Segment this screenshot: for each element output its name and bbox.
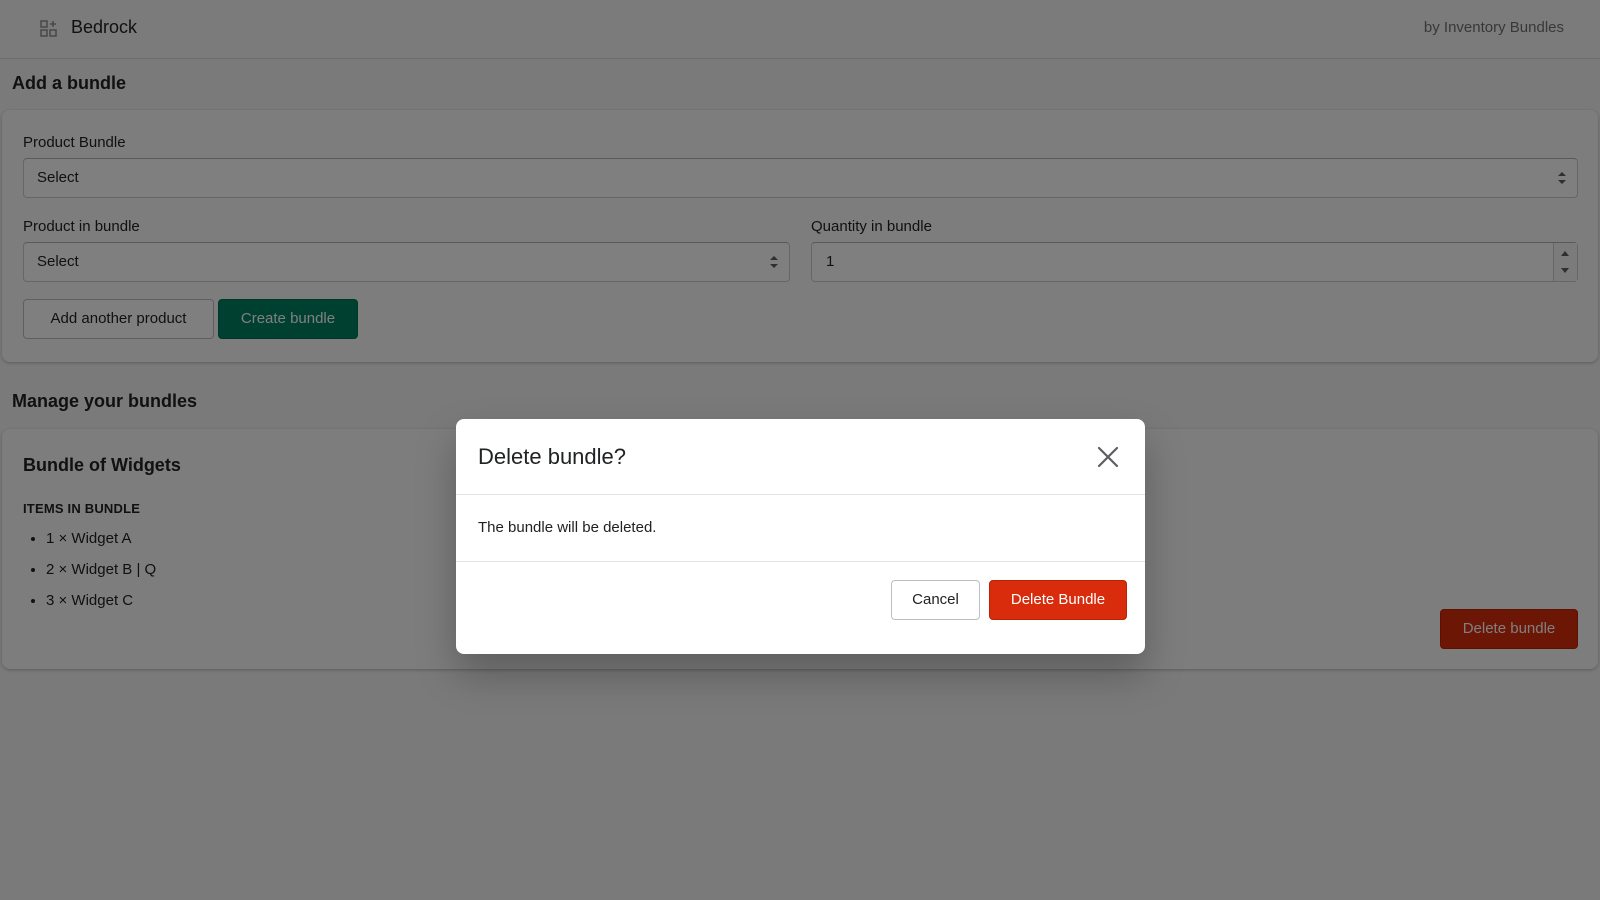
confirm-delete-button[interactable]: Delete Bundle (989, 580, 1127, 620)
modal-message: The bundle will be deleted. (478, 519, 657, 536)
modal-title: Delete bundle? (478, 444, 627, 469)
cancel-button[interactable]: Cancel (891, 580, 980, 620)
close-icon[interactable] (1096, 445, 1120, 469)
modal-header: Delete bundle? (456, 419, 1145, 495)
modal-body: The bundle will be deleted. (456, 495, 1145, 562)
delete-bundle-dialog: Delete bundle? The bundle will be delete… (456, 419, 1145, 654)
